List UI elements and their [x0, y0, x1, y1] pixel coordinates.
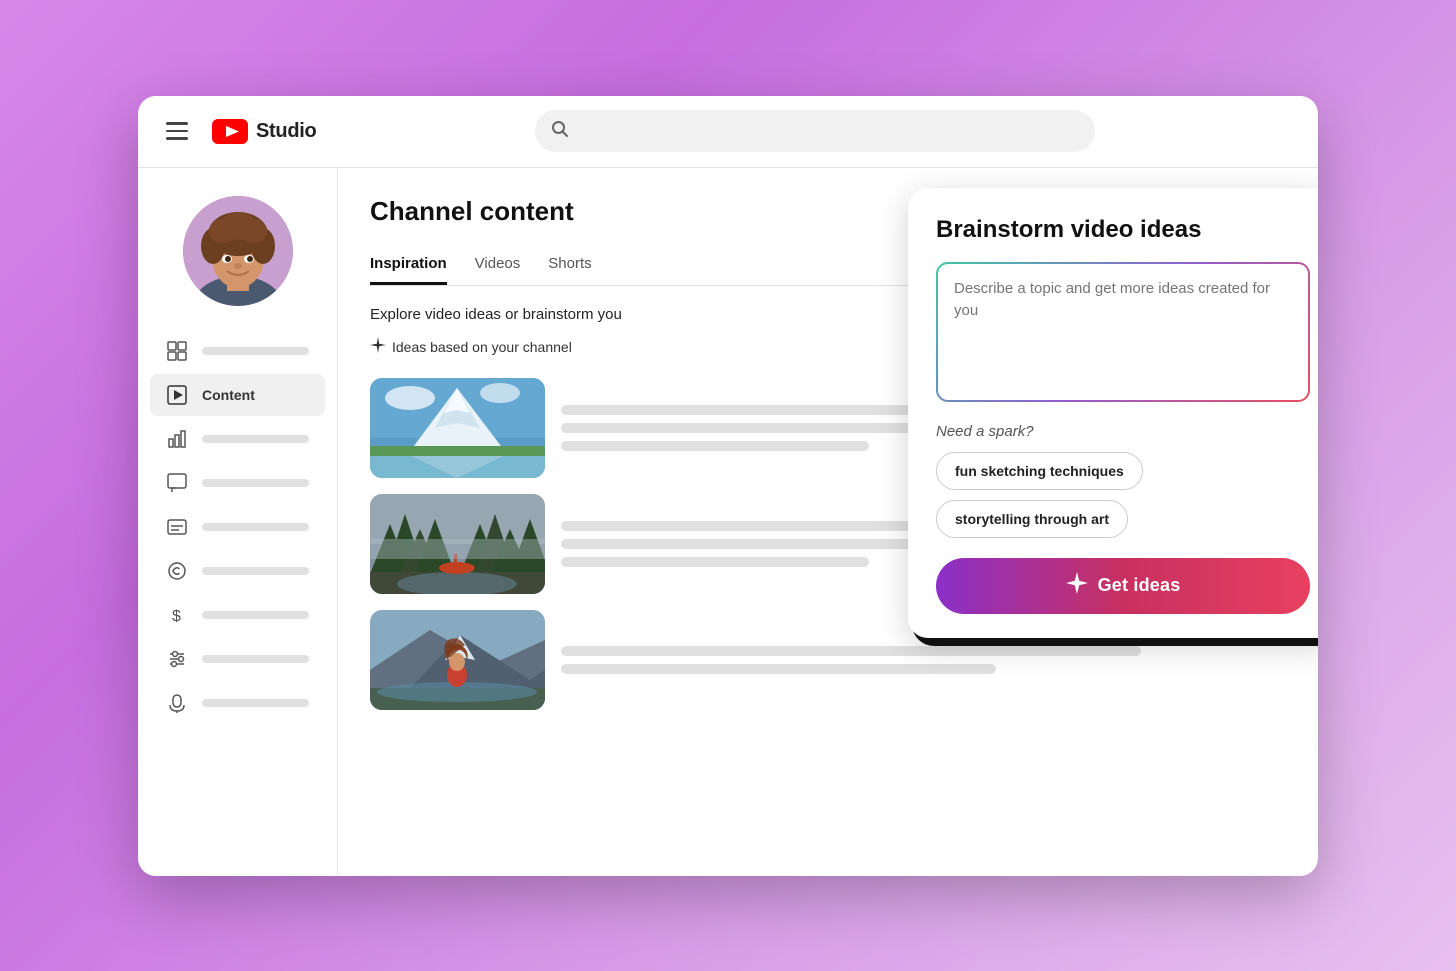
sidebar-item-dashboard[interactable] [150, 330, 325, 372]
sidebar-item-monetization[interactable]: $ [150, 594, 325, 636]
ideas-based-text: Ideas based on your channel [392, 339, 572, 355]
top-bar: Studio [138, 96, 1318, 168]
app-title: Studio [256, 120, 316, 143]
video-thumbnail-1 [370, 378, 545, 478]
sidebar-line [202, 479, 309, 487]
sidebar-line [202, 699, 309, 707]
sidebar-item-audio[interactable] [150, 682, 325, 724]
browser-window: Studio [138, 96, 1318, 876]
sparkle-button-icon [1066, 572, 1088, 600]
idea-textarea[interactable] [936, 262, 1310, 402]
menu-button[interactable] [162, 118, 192, 144]
sidebar-line [202, 655, 309, 663]
sidebar-line [202, 611, 309, 619]
video-line [561, 557, 869, 567]
subtitles-icon [166, 516, 188, 538]
get-ideas-label: Get ideas [1098, 575, 1181, 596]
sidebar-item-content[interactable]: Content [150, 374, 325, 416]
audio-icon [166, 692, 188, 714]
tab-videos[interactable]: Videos [475, 247, 521, 285]
sidebar-item-customization[interactable] [150, 638, 325, 680]
sidebar-item-label: Content [202, 387, 255, 403]
logo-area: Studio [212, 119, 316, 144]
sidebar-line [202, 435, 309, 443]
sidebar-item-comments[interactable] [150, 462, 325, 504]
sidebar-item-subtitles[interactable] [150, 506, 325, 548]
content-icon [166, 384, 188, 406]
suggestion-chips: fun sketching techniques storytelling th… [936, 452, 1310, 538]
sparkle-icon [370, 337, 386, 358]
avatar [183, 196, 293, 306]
analytics-icon [166, 428, 188, 450]
search-icon [551, 120, 569, 143]
search-bar[interactable] [535, 110, 1095, 152]
need-spark-text: Need a spark? [936, 423, 1310, 440]
sidebar-item-analytics[interactable] [150, 418, 325, 460]
get-ideas-button[interactable]: Get ideas [936, 558, 1310, 614]
brainstorm-title: Brainstorm video ideas [936, 216, 1310, 244]
tab-inspiration[interactable]: Inspiration [370, 247, 447, 285]
monetization-icon: $ [166, 604, 188, 626]
dashboard-icon [166, 340, 188, 362]
video-line [561, 441, 869, 451]
sidebar-line [202, 523, 309, 531]
video-line [561, 664, 996, 674]
chip-storytelling[interactable]: storytelling through art [936, 500, 1128, 538]
svg-text:$: $ [172, 608, 181, 625]
sidebar-nav: Content [138, 330, 337, 726]
brainstorm-panel: Brainstorm video ideas Need a spark? fun… [908, 188, 1318, 638]
customization-icon [166, 648, 188, 670]
sidebar: Content [138, 168, 338, 876]
video-lines-3 [561, 646, 1286, 674]
chip-sketching[interactable]: fun sketching techniques [936, 452, 1143, 490]
copyright-icon [166, 560, 188, 582]
sidebar-item-copyright[interactable] [150, 550, 325, 592]
video-thumbnail-2 [370, 494, 545, 594]
video-line [561, 646, 1141, 656]
youtube-logo [212, 119, 248, 144]
comments-icon [166, 472, 188, 494]
content-area: Channel content Inspiration Videos Short… [338, 168, 1318, 876]
sidebar-line [202, 567, 309, 575]
sidebar-line [202, 347, 309, 355]
tab-shorts[interactable]: Shorts [548, 247, 591, 285]
video-thumbnail-3 [370, 610, 545, 710]
main-area: Content [138, 168, 1318, 876]
